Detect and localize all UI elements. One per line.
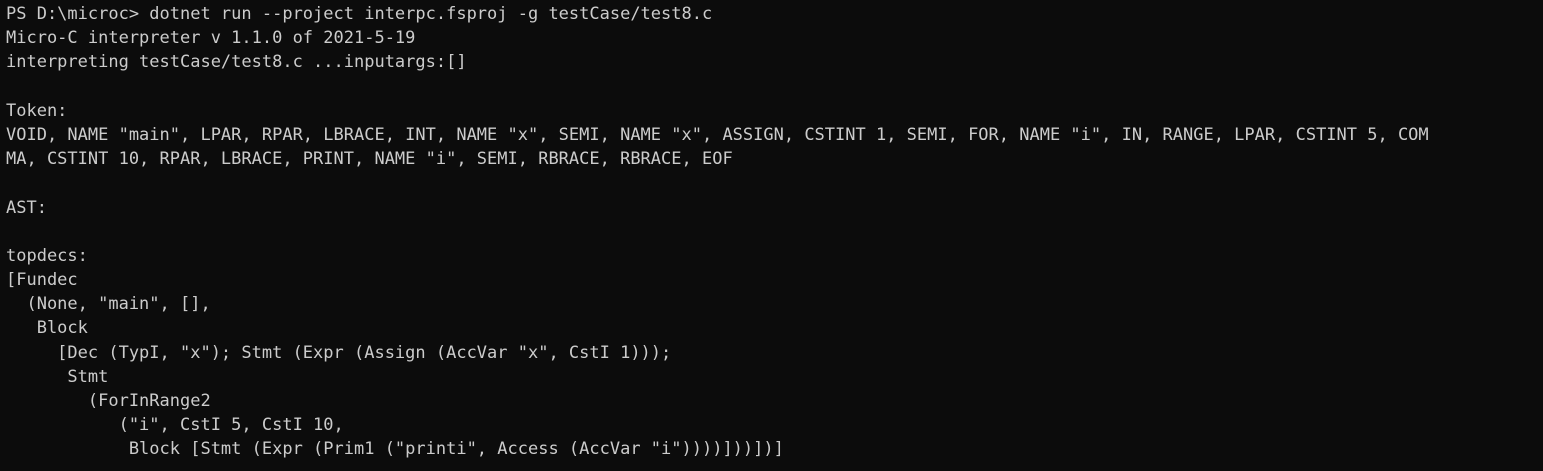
terminal-line-tokens-2: MA, CSTINT 10, RPAR, LBRACE, PRINT, NAME… xyxy=(6,149,733,170)
terminal-line-ast: Block xyxy=(6,318,88,339)
terminal-line-ast: (None, "main", [], xyxy=(6,294,211,315)
terminal-line-interpreter-version: Micro-C interpreter v 1.1.0 of 2021-5-19 xyxy=(6,28,416,49)
terminal-line-prompt-command: PS D:\microc> dotnet run --project inter… xyxy=(6,4,713,24)
terminal-line-token-header: Token: xyxy=(6,100,68,121)
terminal-line-interpreting: interpreting testCase/test8.c ...inputar… xyxy=(6,52,467,73)
terminal-line-ast: [Fundec xyxy=(6,270,78,291)
terminal-line-topdecs-header: topdecs: xyxy=(6,245,88,266)
terminal-line-ast: ("i", CstI 5, CstI 10, xyxy=(6,415,344,436)
terminal-line-ast: [Dec (TypI, "x"); Stmt (Expr (Assign (Ac… xyxy=(6,342,672,363)
terminal-line-ast: Stmt xyxy=(6,366,109,387)
terminal-line-ast-header: AST: xyxy=(6,197,47,218)
terminal-line-ast: Block [Stmt (Expr (Prim1 ("printi", Acce… xyxy=(6,439,784,460)
terminal-line-ast: (ForInRange2 xyxy=(6,391,211,411)
terminal-line-tokens-1: VOID, NAME "main", LPAR, RPAR, LBRACE, I… xyxy=(6,124,1429,145)
terminal-window[interactable]: PS D:\microc> dotnet run --project inter… xyxy=(0,0,1543,471)
